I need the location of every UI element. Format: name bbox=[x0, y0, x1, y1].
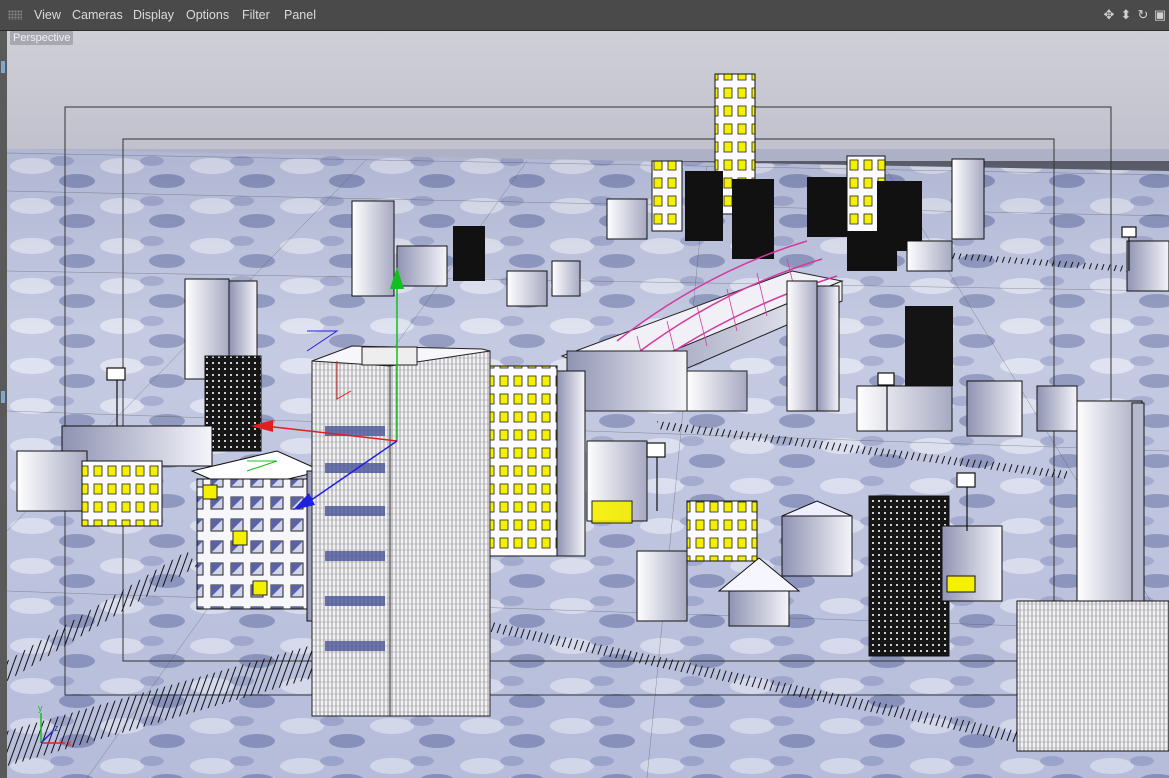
rotate-icon[interactable]: ↻ bbox=[1136, 8, 1150, 22]
left-edge-strip bbox=[0, 31, 7, 778]
menu-filter[interactable]: Filter bbox=[242, 8, 270, 22]
3d-viewport-scene[interactable]: y x z bbox=[7, 31, 1169, 778]
menu-cameras[interactable]: Cameras bbox=[72, 8, 123, 22]
svg-text:z: z bbox=[54, 723, 59, 733]
maximize-icon[interactable]: ▣ bbox=[1153, 8, 1167, 22]
camera-label[interactable]: Perspective bbox=[10, 31, 74, 45]
sky bbox=[7, 31, 1169, 161]
zoom-icon[interactable]: ⬍ bbox=[1119, 8, 1133, 22]
panel-grip-icon[interactable] bbox=[8, 10, 22, 20]
menu-view[interactable]: View bbox=[34, 8, 61, 22]
svg-text:x: x bbox=[67, 738, 72, 748]
viewport-window: View Cameras Display Options Filter Pane… bbox=[0, 0, 1169, 778]
menu-options[interactable]: Options bbox=[186, 8, 229, 22]
move-icon[interactable]: ✥ bbox=[1102, 8, 1116, 22]
viewport-menubar: View Cameras Display Options Filter Pane… bbox=[0, 0, 1169, 31]
menu-display[interactable]: Display bbox=[133, 8, 174, 22]
front-left-building bbox=[190, 450, 328, 622]
selected-tower[interactable] bbox=[311, 345, 491, 717]
menu-panel[interactable]: Panel bbox=[284, 8, 316, 22]
svg-text:y: y bbox=[38, 703, 43, 713]
